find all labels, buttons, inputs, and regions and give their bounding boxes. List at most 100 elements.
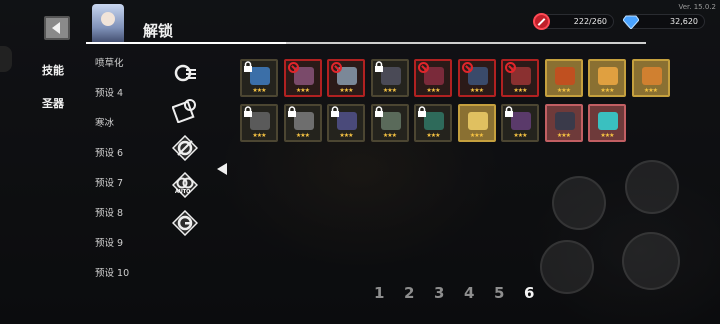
relic-art [511,112,531,130]
page-number[interactable]: 1 [374,284,384,302]
lock-icon [243,102,253,117]
rarity-stars: ★★★ [252,132,266,139]
back-button[interactable] [44,16,70,40]
relic-slot[interactable]: ★★★ [327,104,365,142]
page-number[interactable]: 3 [434,284,444,302]
relic-slot[interactable]: ★★★ [283,102,322,142]
top-bar: 解锁 Ver. 15.0.2 222/260 32,620 [0,0,720,46]
rarity-stars: ★★★ [295,87,310,94]
banned-icon [461,62,473,73]
relic-slot[interactable]: ★★★ [414,59,452,97]
relic-slot[interactable]: ★★★ [370,57,409,97]
relic-slot[interactable]: ★★★ [501,59,539,97]
relic-slot[interactable]: ★★★ [370,102,409,142]
preset-item[interactable]: 预设 7 [95,175,123,189]
rarity-stars: ★★★ [513,132,527,139]
relic-art [554,67,575,85]
relic-slot[interactable]: ★★★ [457,59,496,97]
tab-skills[interactable]: 技能 [42,62,64,78]
relic-art [250,112,270,130]
page-title: 解锁 [143,22,174,40]
preset-item[interactable]: 预设 8 [95,205,123,219]
preset-item[interactable]: 寒冰 [95,115,114,129]
page-number[interactable]: 5 [494,284,504,302]
rarity-stars: ★★★ [426,87,440,94]
page-number[interactable]: 6 [524,284,534,302]
relic-slot[interactable]: ★★★ [588,59,626,97]
banned-icon [331,62,342,73]
tab-relics[interactable]: 圣器 [42,95,64,111]
preset-item[interactable]: 预设 10 [95,265,129,279]
lock-icon [374,57,384,72]
banned-icon [505,62,516,73]
preset-item[interactable]: 喷草化 [95,55,124,69]
relic-art [337,112,357,130]
relic-slot[interactable]: ★★★ [457,104,496,142]
rarity-stars: ★★★ [382,132,397,139]
relic-art [250,67,270,85]
lock-icon [504,102,514,117]
rarity-stars: ★★★ [295,132,310,139]
relic-slot[interactable]: ★★★ [631,59,670,97]
ring-auto-icon[interactable]: AUTO [172,172,198,198]
ring-icon[interactable] [172,135,198,161]
relic-slot[interactable]: ★★★ [283,59,322,97]
relic-slot[interactable]: ★★★ [414,104,452,142]
rarity-stars: ★★★ [382,87,397,94]
lock-icon [287,102,297,117]
relic-art [380,112,401,130]
attack-button-faded [552,176,606,230]
version-label: Ver. 15.0.2 [678,3,716,11]
relic-art [598,67,618,85]
relic-art [467,112,488,130]
ring-search-icon[interactable] [172,60,198,86]
side-handle[interactable] [0,46,12,72]
skill-button-faded [625,160,679,214]
relic-slot[interactable]: ★★★ [240,59,278,97]
lock-icon [330,102,340,117]
rarity-stars: ★★★ [556,87,571,94]
auto-label: AUTO [175,189,191,195]
page-number[interactable]: 2 [404,284,414,302]
relic-slot[interactable]: ★★★ [544,104,583,142]
chat-button-faded [622,232,680,290]
relic-slot[interactable]: ★★★ [501,104,539,142]
rarity-stars: ★★★ [600,87,614,94]
title-underline [86,42,646,44]
hp-counter: 222/260 [533,13,614,30]
selection-arrow-icon [217,163,227,175]
back-arrow-icon [52,22,60,34]
ring-g-icon[interactable] [172,210,198,236]
relic-slot[interactable]: ★★★ [327,59,365,97]
weapon-button-faded [540,240,594,294]
rarity-stars: ★★★ [643,87,658,94]
relic-art [641,67,662,85]
relic-slot[interactable]: ★★★ [588,104,626,142]
page-number[interactable]: 4 [464,284,474,302]
rarity-stars: ★★★ [469,87,484,94]
rarity-stars: ★★★ [600,132,614,139]
preset-item[interactable]: 预设 6 [95,145,123,159]
relic-slot[interactable]: ★★★ [544,59,583,97]
preset-item[interactable]: 预设 9 [95,235,123,249]
rarity-stars: ★★★ [513,87,527,94]
relic-slot[interactable]: ★★★ [240,104,278,142]
lock-icon [243,57,253,72]
lock-icon [417,102,427,117]
relic-art [424,112,444,130]
rarity-stars: ★★★ [556,132,571,139]
no-energy-icon [533,13,550,30]
rarity-stars: ★★★ [426,132,440,139]
hp-value: 222/260 [573,17,607,26]
lock-icon [374,102,384,117]
ring-stack-icon[interactable] [172,97,198,123]
relic-art [598,112,618,130]
rarity-stars: ★★★ [339,132,353,139]
preset-item[interactable]: 预设 4 [95,85,123,99]
character-portrait [92,4,124,44]
relic-art [554,112,575,130]
gem-counter: 32,620 [622,14,705,29]
gem-value: 32,620 [670,17,698,26]
rarity-stars: ★★★ [252,87,266,94]
banned-icon [418,62,429,73]
